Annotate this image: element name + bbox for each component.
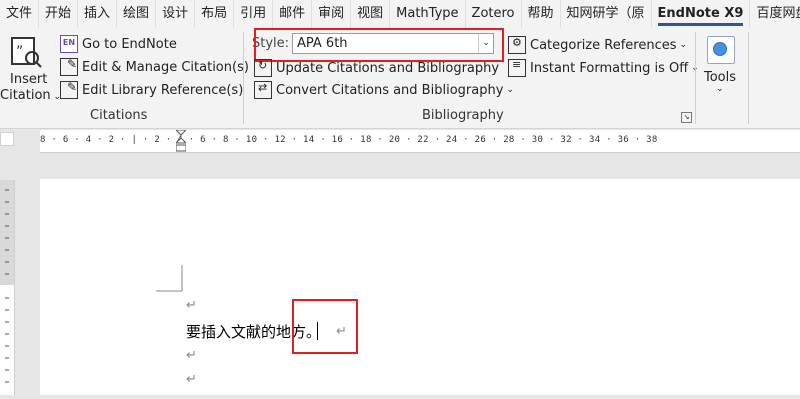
paragraph-mark: ↵ xyxy=(186,348,197,363)
highlight-box-style xyxy=(254,28,504,62)
dialog-launcher-icon[interactable]: ↘ xyxy=(681,112,692,123)
ruler-ticks: 8 · 6 · 4 · 2 · | · 2 · 4 · 6 · 8 · 10 ·… xyxy=(40,135,658,145)
categorize-label: Categorize References xyxy=(530,37,677,53)
update-citations-button[interactable]: ↻ Update Citations and Bibliography xyxy=(254,59,499,77)
group-separator xyxy=(748,32,749,124)
tab-5[interactable]: 布局 xyxy=(195,0,235,28)
tab-15[interactable]: 百度网盘 xyxy=(750,0,800,28)
instant-formatting-button[interactable]: ≡ Instant Formatting is Off ⌄ xyxy=(508,58,699,77)
insert-citation-button[interactable]: ” Insert Citation ⌄ xyxy=(0,32,61,104)
vertical-ruler-ticks xyxy=(0,180,14,383)
citations-group-label: Citations xyxy=(90,108,148,123)
ribbon-tabs: 文件 开始 插入 绘图 设计 布局 引用 邮件 审阅 视图 MathType Zotero 帮助 知网研学… xyxy=(0,0,800,28)
tab-4[interactable]: 设计 xyxy=(156,0,196,28)
insert-label: Insert xyxy=(10,72,48,87)
ribbon-panel: ” Insert Citation ⌄ EN Go to EndNote ✎ E… xyxy=(0,28,800,129)
tab-6[interactable]: 引用 xyxy=(234,0,274,28)
edit-library-icon: ✎ xyxy=(60,80,78,99)
tab-14[interactable]: EndNote X9 xyxy=(652,0,751,28)
edit-library-label: Edit Library Reference(s) xyxy=(82,82,244,98)
insert-citation-label-row: Citation ⌄ xyxy=(0,88,61,103)
edit-manage-label: Edit & Manage Citation(s) xyxy=(82,59,249,75)
edit-citation-icon: ✎ xyxy=(60,57,78,76)
tools-icon xyxy=(707,36,735,64)
instant-formatting-label: Instant Formatting is Off xyxy=(530,60,689,76)
tab-1[interactable]: 开始 xyxy=(39,0,79,28)
tab-9[interactable]: 视图 xyxy=(351,0,391,28)
tab-7[interactable]: 邮件 xyxy=(273,0,313,28)
tools-button[interactable]: Tools ⌄ xyxy=(700,32,742,100)
tab-0[interactable]: 文件 xyxy=(0,0,40,28)
categorize-references-button[interactable]: ⚙ Categorize References ⌄ xyxy=(508,36,687,54)
highlight-box-insertion-point xyxy=(292,299,358,354)
update-icon: ↻ xyxy=(254,59,272,77)
tab-2[interactable]: 插入 xyxy=(78,0,118,28)
vertical-ruler[interactable] xyxy=(0,180,15,395)
group-separator xyxy=(243,32,244,124)
convert-icon: ⇄ xyxy=(254,81,272,99)
go-to-endnote-label: Go to EndNote xyxy=(82,36,177,52)
tools-label: Tools xyxy=(704,70,737,85)
categorize-icon: ⚙ xyxy=(508,36,526,54)
tab-8[interactable]: 审阅 xyxy=(312,0,352,28)
ruler-corner xyxy=(0,132,14,146)
convert-label: Convert Citations and Bibliography xyxy=(276,82,504,98)
instant-formatting-icon: ≡ xyxy=(508,58,526,77)
chevron-down-icon: ⌄ xyxy=(716,84,724,94)
bibliography-group-label: Bibliography xyxy=(422,108,504,123)
paragraph-mark: ↵ xyxy=(186,298,197,313)
edit-manage-citations-button[interactable]: ✎ Edit & Manage Citation(s) xyxy=(60,57,249,76)
tab-12[interactable]: 帮助 xyxy=(522,0,561,28)
tab-10[interactable]: MathType xyxy=(390,0,466,28)
paragraph-mark: ↵ xyxy=(186,372,197,387)
tab-13[interactable]: 知网研学（原 xyxy=(561,0,652,28)
tab-3[interactable]: 绘图 xyxy=(117,0,157,28)
horizontal-ruler[interactable]: 8 · 6 · 4 · 2 · | · 2 · 4 · 6 · 8 · 10 ·… xyxy=(40,129,800,153)
convert-citations-button[interactable]: ⇄ Convert Citations and Bibliography ⌄ xyxy=(254,81,514,99)
citation-label: Citation xyxy=(0,88,51,103)
go-to-endnote-button[interactable]: EN Go to EndNote xyxy=(60,35,177,53)
document-page[interactable] xyxy=(40,179,800,395)
margin-corner-mark xyxy=(156,265,183,292)
tab-11[interactable]: Zotero xyxy=(466,0,522,28)
indent-marker[interactable] xyxy=(174,129,188,152)
endnote-icon: EN xyxy=(60,35,78,53)
update-label: Update Citations and Bibliography xyxy=(276,60,500,76)
chevron-down-icon: ⌄ xyxy=(679,40,688,50)
insert-citation-icon: ” xyxy=(11,37,42,68)
group-separator xyxy=(695,32,696,124)
chevron-down-icon: ⌄ xyxy=(506,85,514,95)
edit-library-references-button[interactable]: ✎ Edit Library Reference(s) xyxy=(60,80,244,99)
svg-text:”: ” xyxy=(16,44,23,60)
